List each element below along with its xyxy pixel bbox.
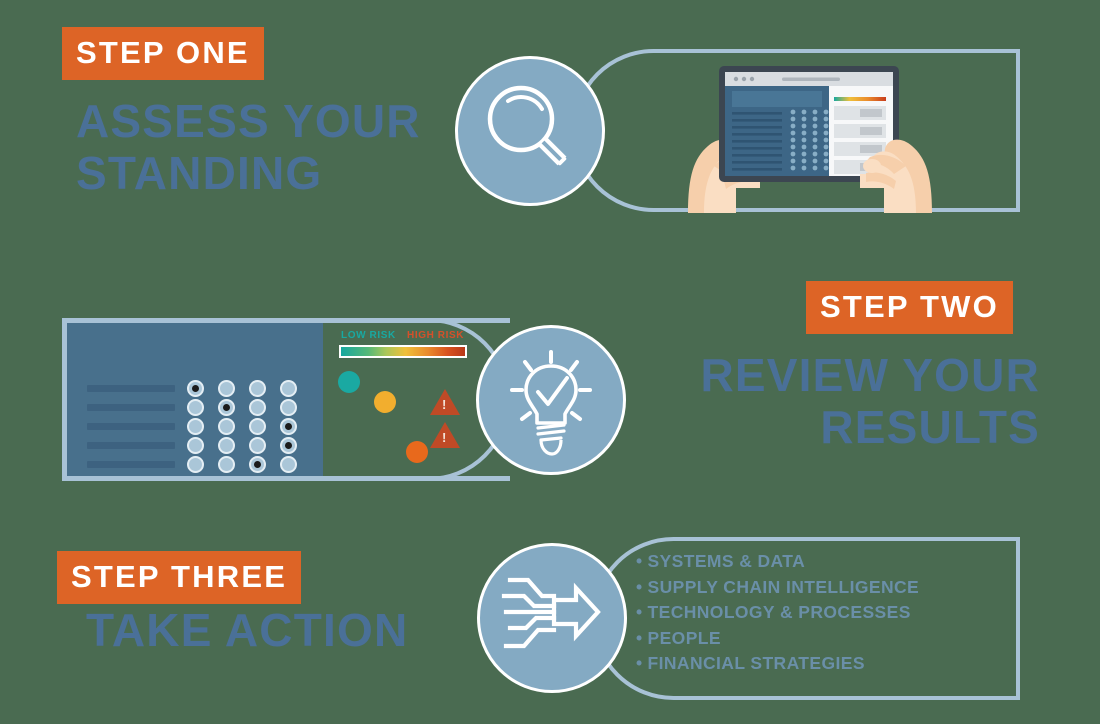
dashboard-radio[interactable] (187, 380, 204, 397)
step-one-heading: ASSESS YOUR STANDING (76, 95, 421, 199)
dashboard-radio[interactable] (218, 418, 235, 435)
dashboard-radio[interactable] (249, 418, 266, 435)
dashboard-line (87, 423, 175, 430)
dashboard-radio[interactable] (218, 380, 235, 397)
action-item: • PEOPLE (636, 626, 976, 652)
bullet-dot-icon: • (636, 551, 643, 571)
dashboard-radio[interactable] (280, 418, 297, 435)
dashboard-radio[interactable] (218, 437, 235, 454)
action-item: • SUPPLY CHAIN INTELLIGENCE (636, 575, 976, 601)
magnifier-icon (487, 85, 567, 166)
dashboard-radio[interactable] (280, 380, 297, 397)
converging-arrow-icon (501, 577, 601, 649)
step-three-icon-circle (477, 543, 627, 693)
step-three-badge: STEP THREE (57, 551, 302, 604)
dashboard-line (87, 461, 175, 468)
risk-dashboard-panel: LOW RISK HIGH RISK ! ! (62, 318, 510, 481)
step-one-badge: STEP ONE (62, 27, 264, 80)
risk-gradient-bar (339, 345, 467, 358)
dashboard-line (87, 385, 175, 392)
dashboard-radio[interactable] (218, 456, 235, 473)
dashboard-radio[interactable] (187, 399, 204, 416)
warning-exclamation: ! (442, 397, 447, 412)
dashboard-line (87, 442, 175, 449)
action-item: • FINANCIAL STRATEGIES (636, 651, 976, 677)
tablet-illustration (660, 48, 1020, 213)
dashboard-radio[interactable] (280, 437, 297, 454)
bullet-dot-icon: • (636, 653, 643, 673)
dashboard-radio[interactable] (187, 456, 204, 473)
dashboard-radio[interactable] (249, 456, 266, 473)
dashboard-dark-panel (67, 323, 323, 476)
action-item-label: PEOPLE (647, 627, 721, 648)
step-two-heading: REVIEW YOUR RESULTS (700, 349, 1040, 453)
action-item: • SYSTEMS & DATA (636, 549, 976, 575)
step-one-icon-circle (455, 56, 605, 206)
dashboard-radio[interactable] (187, 437, 204, 454)
bullet-dot-icon: • (636, 627, 643, 648)
action-item: • TECHNOLOGY & PROCESSES (636, 600, 976, 626)
dashboard-line (87, 404, 175, 411)
action-item-label: SYSTEMS & DATA (647, 551, 806, 571)
step-three-heading: TAKE ACTION (86, 604, 409, 656)
action-item-label: SUPPLY CHAIN INTELLIGENCE (647, 576, 920, 597)
dashboard-radio[interactable] (249, 399, 266, 416)
warning-triangle-icon: ! (430, 389, 460, 415)
bullet-dot-icon: • (636, 576, 643, 597)
bullet-dot-icon: • (636, 602, 643, 622)
scatter-dot-high (406, 441, 428, 463)
action-item-label: TECHNOLOGY & PROCESSES (647, 602, 911, 622)
warning-exclamation: ! (442, 430, 447, 445)
dashboard-radio[interactable] (249, 437, 266, 454)
low-risk-label: LOW RISK (341, 330, 396, 341)
scatter-dot-medium (374, 391, 396, 413)
infographic-stage: STEP ONE ASSESS YOUR STANDING LOW RISK H… (0, 0, 1100, 724)
scatter-dot-low (338, 371, 360, 393)
action-item-label: FINANCIAL STRATEGIES (647, 653, 865, 673)
dashboard-radio[interactable] (280, 399, 297, 416)
dashboard-radio[interactable] (187, 418, 204, 435)
warning-triangle-icon: ! (430, 422, 460, 448)
action-items-list: • SYSTEMS & DATA • SUPPLY CHAIN INTELLIGEN… (636, 549, 976, 677)
dashboard-radio[interactable] (249, 380, 266, 397)
dashboard-radio[interactable] (218, 399, 235, 416)
dashboard-radio[interactable] (280, 456, 297, 473)
high-risk-label: HIGH RISK (407, 330, 465, 341)
step-two-badge: STEP TWO (806, 281, 1013, 334)
